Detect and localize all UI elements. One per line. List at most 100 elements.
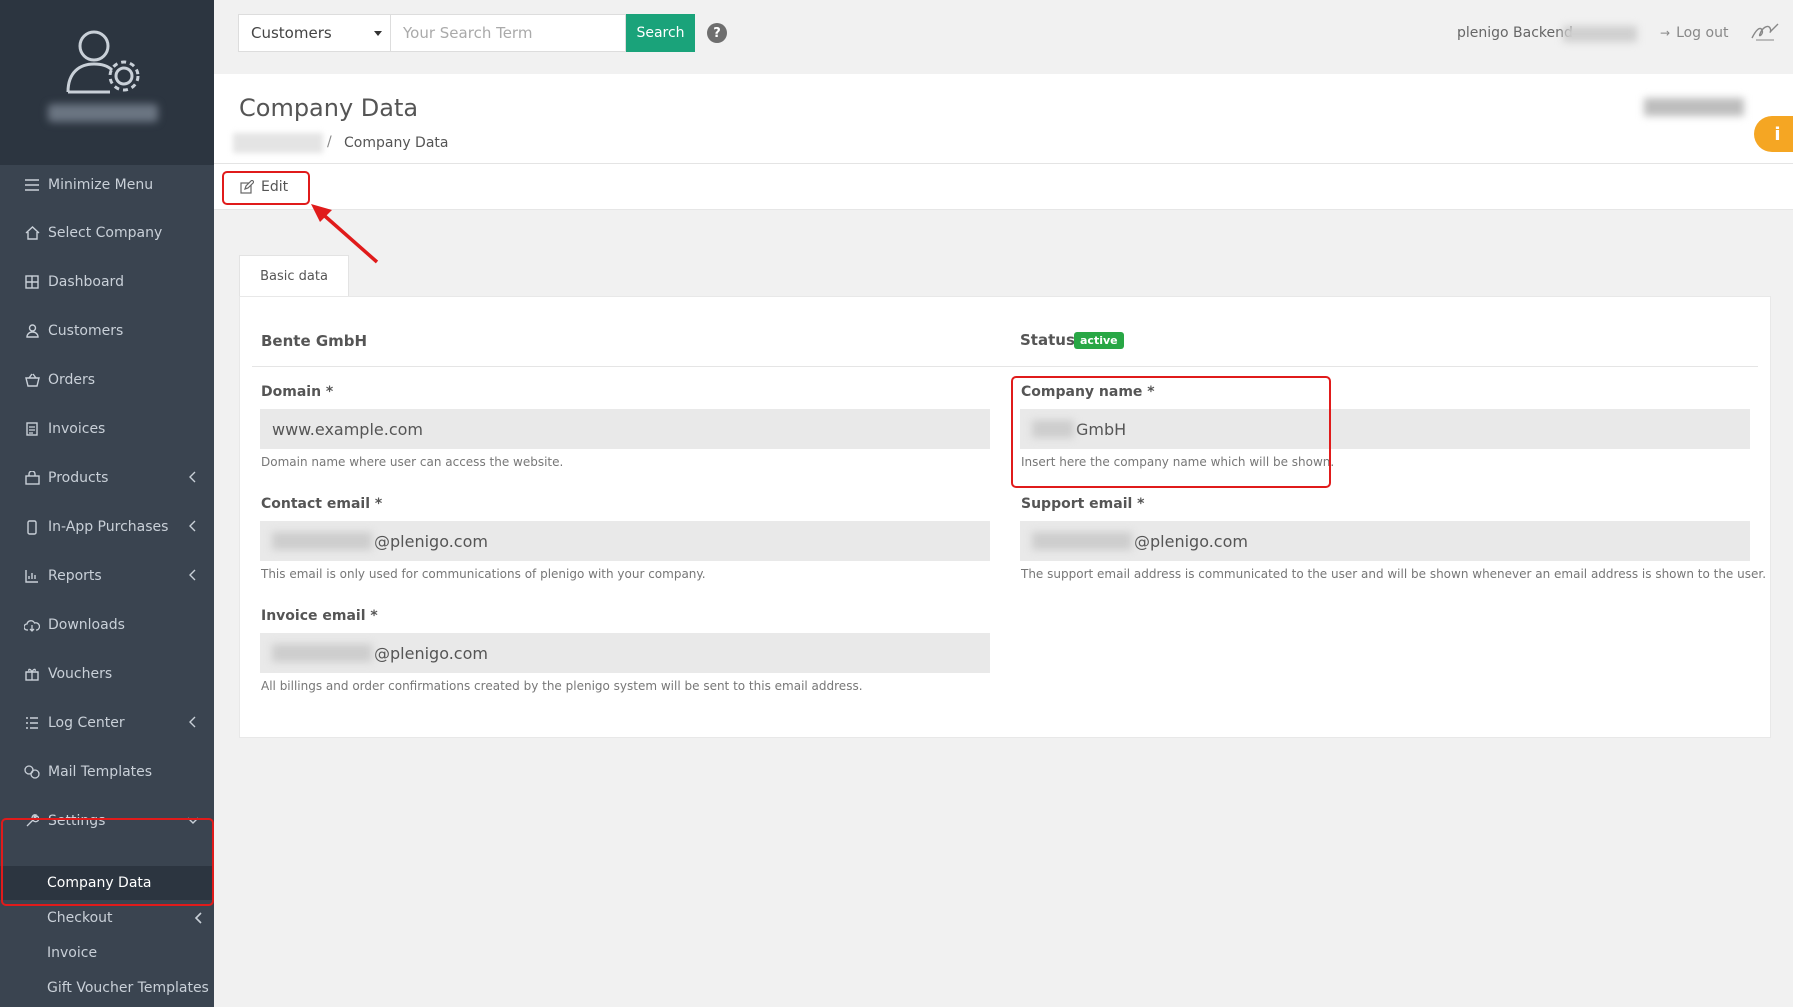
edit-highlight-box xyxy=(222,171,310,205)
sidebar-subitem-label: Gift Voucher Templates xyxy=(47,980,209,996)
signature-icon[interactable] xyxy=(1750,20,1780,42)
sidebar-subitem-gift-voucher-templates[interactable]: Gift Voucher Templates xyxy=(0,971,214,1005)
sidebar-item-vouchers[interactable]: Vouchers xyxy=(0,654,214,694)
sidebar-item-reports[interactable]: Reports xyxy=(0,556,214,596)
sidebar-subitem-label: Invoice xyxy=(47,945,98,961)
sidebar-item-select-company[interactable]: Select Company xyxy=(0,213,214,253)
home-icon xyxy=(24,225,40,241)
sidebar-subitem-checkout[interactable]: Checkout xyxy=(0,901,214,935)
sidebar-item-label: Downloads xyxy=(48,617,125,633)
sidebar-item-label: Reports xyxy=(48,568,102,584)
invoice-email-redacted xyxy=(272,644,372,662)
company-heading: Bente GmbH xyxy=(261,332,368,350)
breadcrumb-parent-redacted[interactable] xyxy=(233,133,323,153)
contact-email-label: Contact email * xyxy=(261,496,383,512)
topbar: Customers Search ? plenigo Backend → Log… xyxy=(214,0,1793,74)
sidebar-item-label: Vouchers xyxy=(48,666,113,682)
help-icon[interactable]: ? xyxy=(707,23,727,43)
basic-data-panel: Bente GmbH Status active Domain * www.ex… xyxy=(239,296,1771,738)
sidebar-item-label: Dashboard xyxy=(48,274,124,290)
mobile-icon xyxy=(24,519,40,535)
breadcrumb-current: Company Data xyxy=(344,135,449,151)
chevron-left-icon xyxy=(189,471,196,483)
chevron-left-icon xyxy=(189,520,196,532)
list-icon xyxy=(24,715,40,731)
search-scope-select[interactable]: Customers xyxy=(238,14,391,52)
sidebar-profile xyxy=(0,0,214,165)
sidebar-item-log-center[interactable]: Log Center xyxy=(0,703,214,743)
status-label: Status xyxy=(1020,331,1075,349)
backend-label: plenigo Backend xyxy=(1457,25,1573,41)
sidebar-subitem-label: Checkout xyxy=(47,910,113,926)
section-divider xyxy=(252,366,1758,367)
contact-email-value: @plenigo.com xyxy=(374,531,488,551)
gift-icon xyxy=(24,666,40,682)
breadcrumb-separator: / xyxy=(327,134,332,150)
caret-down-icon xyxy=(374,31,382,36)
sidebar-item-customers[interactable]: Customers xyxy=(0,311,214,351)
mail-template-icon xyxy=(24,764,40,780)
cloud-download-icon xyxy=(24,617,40,633)
status-badge: active xyxy=(1074,332,1124,349)
user-settings-icon xyxy=(66,30,140,94)
sidebar-item-label: Products xyxy=(48,470,109,486)
sidebar-item-invoices[interactable]: Invoices xyxy=(0,409,214,449)
tab-basic-data[interactable]: Basic data xyxy=(239,255,349,297)
sidebar-item-products[interactable]: Products xyxy=(0,458,214,498)
domain-help: Domain name where user can access the we… xyxy=(261,455,564,469)
search-input[interactable] xyxy=(391,14,626,52)
toolbar: Edit xyxy=(214,164,1793,210)
sidebar-item-downloads[interactable]: Downloads xyxy=(0,605,214,645)
sidebar-subitem-invoice[interactable]: Invoice xyxy=(0,936,214,970)
bar-chart-icon xyxy=(24,568,40,584)
company-name-highlight-box xyxy=(1011,376,1331,488)
invoice-email-field[interactable]: @plenigo.com xyxy=(260,633,990,673)
invoice-email-value: @plenigo.com xyxy=(374,643,488,663)
contact-email-field[interactable]: @plenigo.com xyxy=(260,521,990,561)
logout-arrow-icon: → xyxy=(1660,26,1671,40)
menu-icon xyxy=(24,177,40,193)
settings-highlight-box xyxy=(1,818,214,906)
support-email-help: The support email address is communicate… xyxy=(1021,567,1767,581)
sidebar-item-mail-templates[interactable]: Mail Templates xyxy=(0,752,214,792)
page-header: Company Data / Company Data i xyxy=(214,74,1793,164)
support-email-redacted xyxy=(1032,532,1132,550)
chevron-left-icon xyxy=(189,569,196,581)
contact-email-help: This email is only used for communicatio… xyxy=(261,567,706,581)
support-email-field[interactable]: @plenigo.com xyxy=(1020,521,1750,561)
header-company-redacted xyxy=(1644,98,1744,116)
backend-user-redacted xyxy=(1563,26,1637,42)
user-name-redacted xyxy=(48,104,158,122)
invoice-email-help: All billings and order confirmations cre… xyxy=(261,679,863,693)
sidebar-item-label: Invoices xyxy=(48,421,106,437)
domain-label: Domain * xyxy=(261,384,334,400)
page-title: Company Data xyxy=(239,94,419,122)
chevron-left-icon xyxy=(189,716,196,728)
logout-label: Log out xyxy=(1676,25,1729,41)
grid-icon xyxy=(24,274,40,290)
domain-field[interactable]: www.example.com xyxy=(260,409,990,449)
sidebar-item-orders[interactable]: Orders xyxy=(0,360,214,400)
basket-icon xyxy=(24,372,40,388)
sidebar-item-label: Log Center xyxy=(48,715,125,731)
sidebar-item-dashboard[interactable]: Dashboard xyxy=(0,262,214,302)
contact-email-redacted xyxy=(272,532,372,550)
sidebar-item-in-app-purchases[interactable]: In-App Purchases xyxy=(0,507,214,547)
user-icon xyxy=(24,323,40,339)
support-email-value: @plenigo.com xyxy=(1134,531,1248,551)
shopping-bag-icon xyxy=(24,470,40,486)
sidebar-item-label: Select Company xyxy=(48,225,163,241)
search-button[interactable]: Search xyxy=(626,14,695,52)
sidebar-item-label: Orders xyxy=(48,372,96,388)
sidebar-item-label: In-App Purchases xyxy=(48,519,169,535)
sidebar-item-label: Customers xyxy=(48,323,124,339)
support-email-label: Support email * xyxy=(1021,496,1145,512)
sidebar-item-minimize-menu[interactable]: Minimize Menu xyxy=(0,165,214,205)
domain-value: www.example.com xyxy=(272,419,423,439)
chevron-left-icon xyxy=(194,912,202,924)
info-icon[interactable]: i xyxy=(1754,116,1793,152)
logout-link[interactable]: → Log out xyxy=(1660,25,1728,41)
invoice-email-label: Invoice email * xyxy=(261,608,378,624)
sidebar-item-label: Mail Templates xyxy=(48,764,153,780)
search-scope-value: Customers xyxy=(251,24,332,42)
